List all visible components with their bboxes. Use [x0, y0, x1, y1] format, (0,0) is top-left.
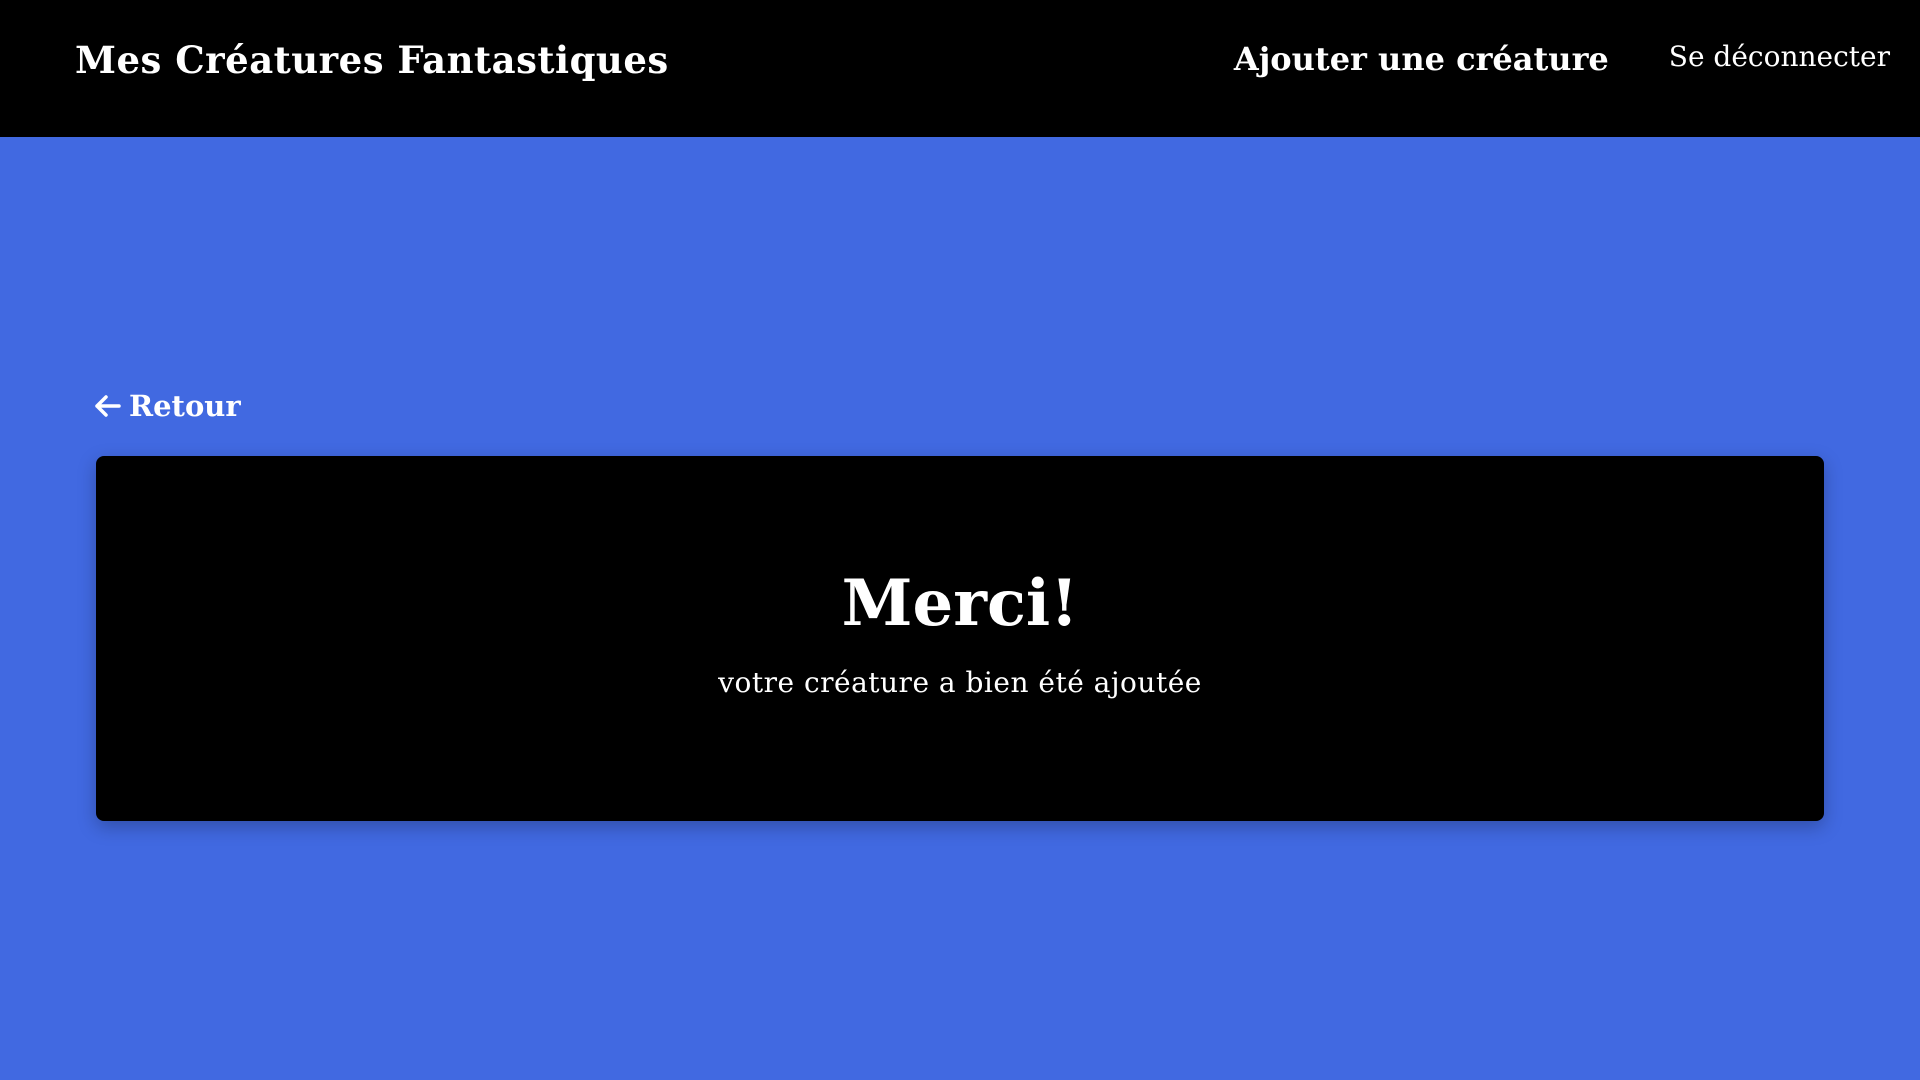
brand-link[interactable]: Mes Créatures Fantastiques	[75, 38, 669, 82]
add-creature-link[interactable]: Ajouter une créature	[1234, 40, 1609, 78]
back-link[interactable]: Retour	[95, 389, 241, 423]
navbar: Mes Créatures Fantastiques Ajouter une c…	[0, 0, 1920, 137]
confirmation-card: Merci! votre créature a bien été ajoutée	[96, 456, 1824, 821]
confirmation-title: Merci!	[841, 566, 1079, 641]
confirmation-message: votre créature a bien été ajoutée	[718, 666, 1202, 699]
nav-links: Ajouter une créature Se déconnecter	[1234, 40, 1890, 79]
arrow-left-icon	[95, 395, 121, 417]
back-link-label: Retour	[129, 389, 241, 423]
logout-link[interactable]: Se déconnecter	[1669, 40, 1890, 73]
